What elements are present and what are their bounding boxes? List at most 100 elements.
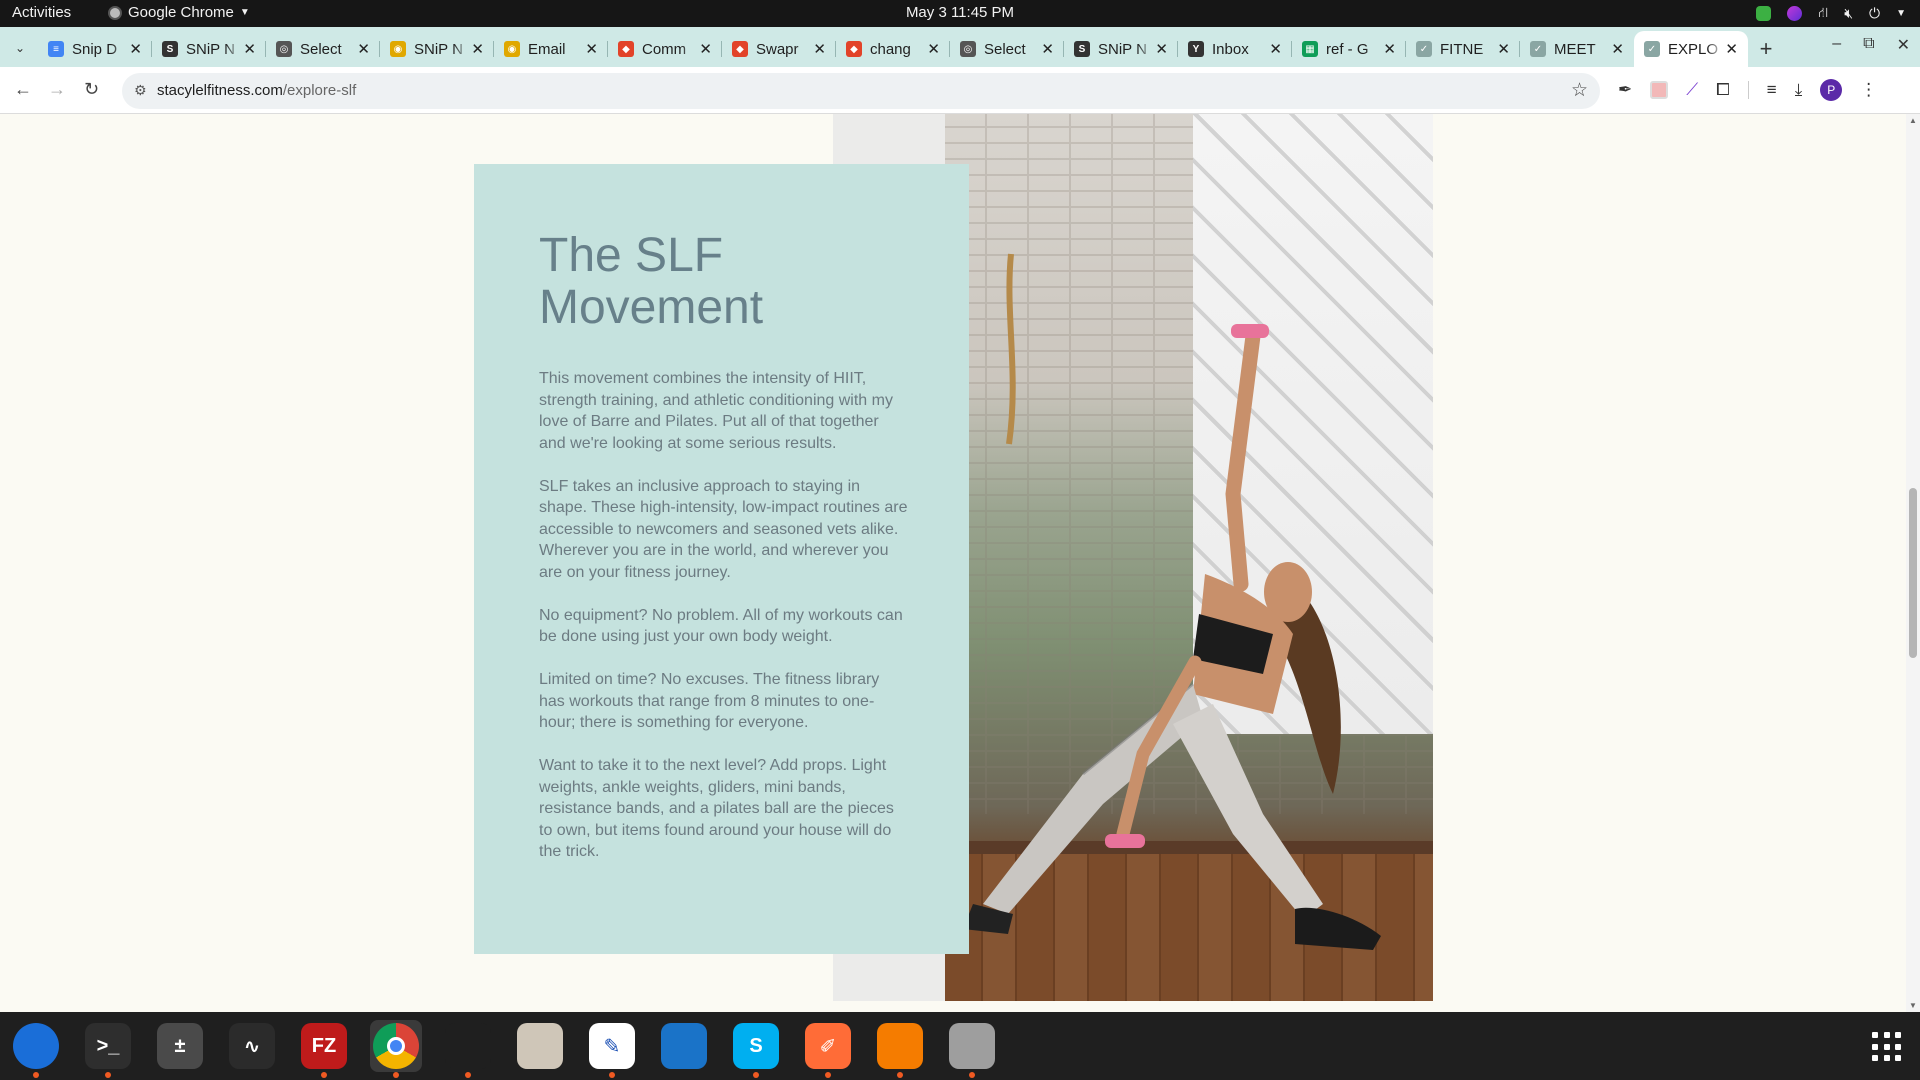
- dock-item[interactable]: [10, 1020, 62, 1078]
- paragraph-intro: This movement combines the intensity of …: [539, 370, 893, 452]
- restore-icon[interactable]: ⧉: [1863, 35, 1874, 55]
- running-indicator: [753, 1072, 759, 1078]
- tab-close-icon[interactable]: ✕: [1725, 40, 1738, 58]
- burner-icon: [877, 1023, 923, 1069]
- tab-close-icon[interactable]: ✕: [585, 40, 598, 58]
- scroll-up-icon[interactable]: ▲: [1909, 116, 1917, 125]
- profile-avatar[interactable]: P: [1820, 79, 1843, 101]
- scroll-down-icon[interactable]: ▼: [1909, 1001, 1917, 1010]
- pen-extension-icon[interactable]: ⟋: [1686, 80, 1698, 100]
- tab-title: ref - G: [1326, 40, 1369, 58]
- calculator-icon: ±: [157, 1023, 203, 1069]
- clock[interactable]: May 3 11:45 PM: [906, 4, 1014, 21]
- url-text[interactable]: stacylelfitness.com/explore-slf: [157, 82, 356, 99]
- tab[interactable]: ◉ Email ✕: [494, 31, 608, 67]
- tab-title: Select: [984, 40, 1026, 58]
- extensions-puzzle-icon[interactable]: ⧠: [1716, 80, 1730, 100]
- tab[interactable]: ◆ Comm ✕: [608, 31, 722, 67]
- paragraph-inclusive: SLF takes an inclusive approach to stayi…: [539, 477, 908, 581]
- tab-close-icon[interactable]: ✕: [699, 40, 712, 58]
- tab-title: Snip D: [72, 40, 118, 58]
- close-icon[interactable]: ✕: [1897, 35, 1910, 55]
- power-icon[interactable]: ⏻: [1869, 5, 1880, 22]
- tab-strip: ⌄ ≡ Snip D ✕ S SNiP N ✕ ◎ Select ✕ ◉ SNiP N ✕ ◉ Email…: [0, 27, 1920, 67]
- tab[interactable]: ✓ MEET ✕: [1520, 31, 1634, 67]
- url-domain: stacylelfitness.com: [157, 82, 283, 99]
- tab[interactable]: S SNiP N ✕: [152, 31, 266, 67]
- dock-item[interactable]: ±: [154, 1020, 206, 1072]
- activities-button[interactable]: Activities: [12, 4, 71, 21]
- tab[interactable]: ✓ EXPLO ✕: [1634, 31, 1748, 67]
- new-tab-button[interactable]: +: [1748, 31, 1784, 67]
- tab-close-icon[interactable]: ✕: [129, 40, 142, 58]
- tab-close-icon[interactable]: ✕: [471, 40, 484, 58]
- tab[interactable]: ◎ Select ✕: [950, 31, 1064, 67]
- tab-close-icon[interactable]: ✕: [1611, 40, 1624, 58]
- tab[interactable]: Y Inbox ✕: [1178, 31, 1292, 67]
- tab[interactable]: ≡ Snip D ✕: [38, 31, 152, 67]
- app-menu[interactable]: Google Chrome ▼: [108, 4, 250, 21]
- dock-item[interactable]: ✎: [586, 1020, 638, 1078]
- more-menu-icon[interactable]: ⋮: [1860, 80, 1877, 100]
- running-indicator: [393, 1072, 399, 1078]
- tab[interactable]: ▦ ref - G ✕: [1292, 31, 1406, 67]
- tab[interactable]: ◆ chang ✕: [836, 31, 950, 67]
- dock-item[interactable]: [946, 1020, 998, 1078]
- gitlab-icon: ◆: [846, 41, 862, 57]
- running-indicator: [321, 1072, 327, 1078]
- tab-close-icon[interactable]: ✕: [1497, 40, 1510, 58]
- downloads-icon[interactable]: ⤓: [1795, 80, 1803, 100]
- dock-item[interactable]: ✐: [802, 1020, 854, 1078]
- dock-item[interactable]: FZ: [298, 1020, 350, 1078]
- dock-item[interactable]: [514, 1020, 566, 1072]
- running-indicator: [897, 1072, 903, 1078]
- tab-close-icon[interactable]: ✕: [243, 40, 256, 58]
- tab-close-icon[interactable]: ✕: [1269, 40, 1282, 58]
- extension-status-icon[interactable]: [1756, 6, 1772, 21]
- tab[interactable]: ◆ Swapr ✕: [722, 31, 836, 67]
- calendar-extension-icon[interactable]: [1650, 81, 1669, 99]
- tab-search-button[interactable]: ⌄: [8, 36, 32, 60]
- dock-item[interactable]: ∿: [226, 1020, 278, 1072]
- site-info-icon[interactable]: ⚙: [134, 82, 147, 99]
- back-icon[interactable]: ←: [14, 79, 32, 100]
- minimize-icon[interactable]: –: [1832, 35, 1841, 55]
- dock-item[interactable]: [874, 1020, 926, 1078]
- media-controls-icon[interactable]: ≡: [1767, 80, 1777, 100]
- tab-close-icon[interactable]: ✕: [927, 40, 940, 58]
- tab[interactable]: ✓ FITNE ✕: [1406, 31, 1520, 67]
- dock-item[interactable]: S: [730, 1020, 782, 1078]
- address-bar[interactable]: ⚙ stacylelfitness.com/explore-slf ☆: [122, 73, 1600, 109]
- extension-icons: ✒ ⟋ ⧠ ≡ ⤓ P ⋮: [1618, 79, 1877, 101]
- chevron-down-icon[interactable]: ▼: [1896, 8, 1906, 19]
- thunderbird-icon: [13, 1023, 59, 1069]
- dock-item[interactable]: >_: [82, 1020, 134, 1078]
- reload-icon[interactable]: ↻: [84, 79, 99, 100]
- tab-close-icon[interactable]: ✕: [357, 40, 370, 58]
- scrollbar-thumb[interactable]: [1909, 488, 1917, 658]
- system-tray[interactable]: ⛙ 🔇︎ ⏻ ▼: [1756, 4, 1906, 23]
- show-apps-icon[interactable]: [1872, 1032, 1902, 1062]
- tab-close-icon[interactable]: ✕: [813, 40, 826, 58]
- tab-close-icon[interactable]: ✕: [1155, 40, 1168, 58]
- forward-icon[interactable]: →: [48, 79, 66, 100]
- tab[interactable]: ◉ SNiP N ✕: [380, 31, 494, 67]
- tab[interactable]: S SNiP N ✕: [1064, 31, 1178, 67]
- section-heading: The SLF Movement: [539, 229, 764, 334]
- running-indicator: [609, 1072, 615, 1078]
- volume-icon[interactable]: 🔇︎: [1844, 5, 1853, 22]
- gitlab-icon: ◆: [732, 41, 748, 57]
- dock-item[interactable]: [442, 1020, 494, 1078]
- network-icon[interactable]: ⛙: [1818, 4, 1828, 23]
- tab-close-icon[interactable]: ✕: [1041, 40, 1054, 58]
- color-picker-icon[interactable]: [1787, 6, 1803, 21]
- page-scrollbar[interactable]: ▲ ▼: [1906, 114, 1920, 1012]
- tab-title: Comm: [642, 40, 687, 58]
- eyedropper-extension-icon[interactable]: ✒: [1618, 80, 1632, 100]
- tab-close-icon[interactable]: ✕: [1383, 40, 1396, 58]
- dock-item[interactable]: [370, 1020, 422, 1078]
- chrome-icon: ◉: [504, 41, 520, 57]
- tab[interactable]: ◎ Select ✕: [266, 31, 380, 67]
- dock-item[interactable]: [658, 1020, 710, 1072]
- bookmark-star-icon[interactable]: ☆: [1571, 79, 1588, 102]
